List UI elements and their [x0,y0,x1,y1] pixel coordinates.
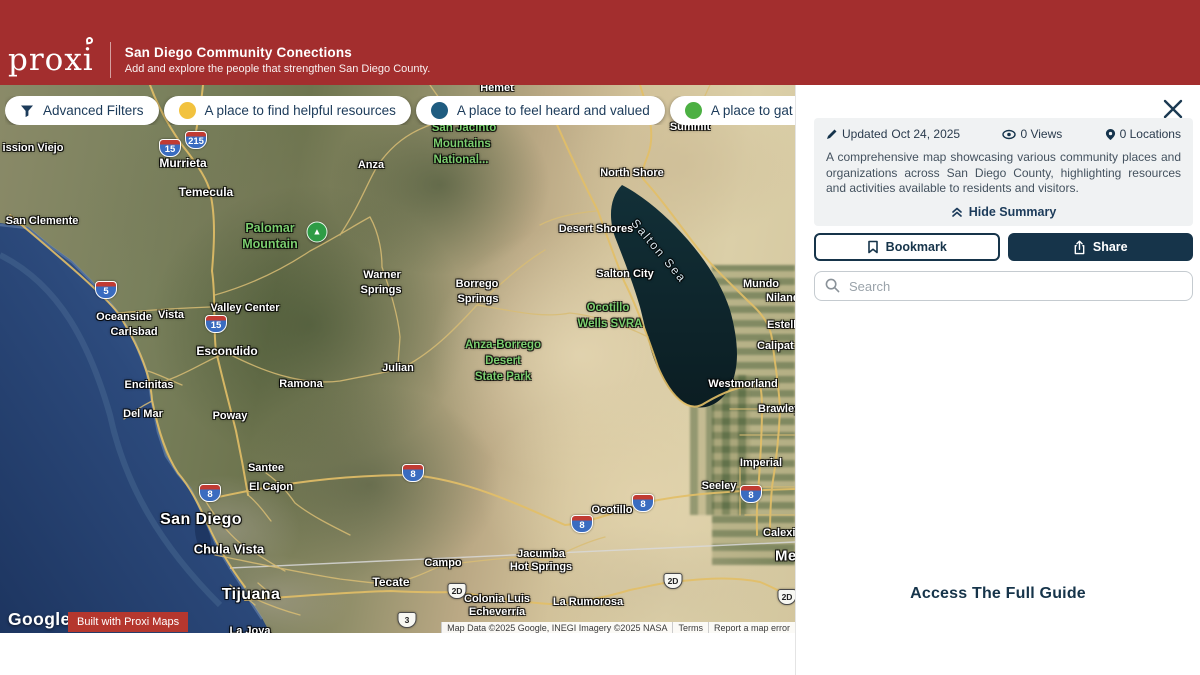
filter-chip-label: A place to find helpful resources [205,103,396,118]
header-divider [110,42,111,78]
search-icon [825,278,840,293]
meta-row: Updated Oct 24, 2025 0 Views 0 Locations [826,127,1181,141]
filter-funnel-icon [20,104,34,118]
category-dot-yellow [179,102,196,119]
search-box [814,271,1193,301]
filter-chip-label: A place to feel heard and valued [457,103,650,118]
map-data-attribution: Map Data ©2025 Google, INEGI Imagery ©20… [441,622,672,633]
share-icon [1073,240,1086,255]
hide-summary-button[interactable]: Hide Summary [826,205,1181,219]
views-count: 0 Views [1020,127,1062,141]
map-attribution: Map Data ©2025 Google, INEGI Imagery ©20… [441,622,795,633]
access-full-guide-heading: Access The Full Guide [796,585,1200,603]
action-buttons: Bookmark Share [814,233,1193,261]
updated-value: Oct 24, 2025 [891,127,960,141]
category-dot-green [685,102,702,119]
share-label: Share [1093,240,1128,254]
views-meta: 0 Views [1002,127,1062,141]
filter-chip-helpful-resources[interactable]: A place to find helpful resources [164,96,411,125]
report-map-error-link[interactable]: Report a map error [708,622,795,633]
proxi-logo-text: proxi [8,42,94,78]
search-input[interactable] [814,271,1193,301]
filter-chip-bar: Advanced Filters A place to find helpful… [5,96,795,125]
app-header: proxi San Diego Community Conections Add… [0,0,1200,85]
bookmark-icon [867,240,879,254]
summary-card: UpdatedOct 24, 2025 0 Views 0 Locations … [814,118,1193,226]
advanced-filters-label: Advanced Filters [43,103,144,118]
bookmark-label: Bookmark [886,240,947,254]
app-window: Hemetission ViejoSan ClementeMurrietaTem… [0,0,1200,675]
eye-icon [1002,129,1016,140]
category-dot-blue [431,102,448,119]
proxi-logo[interactable]: proxi San Diego Community Conections Add… [8,42,430,78]
park-marker-icon[interactable]: ▲ [307,222,328,243]
pencil-icon [826,128,838,140]
map-description: A comprehensive map showcasing various c… [826,150,1181,197]
locations-meta: 0 Locations [1105,127,1181,141]
map-subtitle: Add and explore the people that strength… [125,63,431,75]
us-mexico-border [230,542,795,568]
close-icon[interactable] [1162,98,1184,120]
updated-meta: Updated Oct 24, 2025 [826,127,960,141]
filter-chip-heard-valued[interactable]: A place to feel heard and valued [416,96,665,125]
details-panel: UpdatedOct 24, 2025 0 Views 0 Locations … [795,85,1200,675]
google-logo[interactable]: Google [8,609,71,630]
map-geography [0,85,795,633]
proxi-maps-badge[interactable]: Built with Proxi Maps [68,612,188,632]
chevrons-up-icon [951,206,963,218]
hide-summary-label: Hide Summary [969,205,1057,219]
bookmark-button[interactable]: Bookmark [814,233,1000,261]
advanced-filters-button[interactable]: Advanced Filters [5,96,159,125]
share-button[interactable]: Share [1008,233,1194,261]
map-canvas[interactable]: Hemetission ViejoSan ClementeMurrietaTem… [0,85,795,633]
terms-link[interactable]: Terms [672,622,708,633]
logo-pin-icon [85,36,93,44]
updated-label: Updated [842,127,887,141]
filter-chip-gather[interactable]: A place to gat [670,96,795,125]
map-title: San Diego Community Conections [125,45,431,60]
filter-chip-label: A place to gat [711,103,793,118]
location-pin-icon [1105,128,1116,141]
locations-count: 0 Locations [1120,127,1181,141]
